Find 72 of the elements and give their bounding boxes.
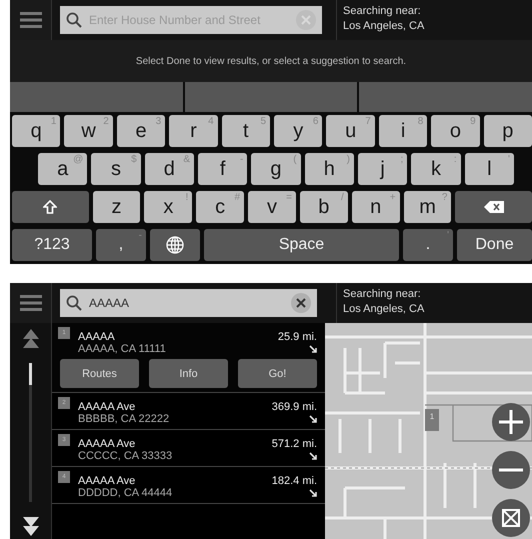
result-distance: 369.9 mi. [272, 401, 317, 413]
key[interactable]: f - [198, 153, 248, 185]
close-icon [296, 298, 306, 308]
done-key[interactable]: Done [457, 229, 532, 261]
key[interactable]: k : [411, 153, 461, 185]
action-button[interactable]: Routes [60, 359, 139, 388]
menu-icon [20, 295, 42, 311]
key[interactable]: a @ [38, 153, 88, 185]
key[interactable]: j ; [358, 153, 408, 185]
key[interactable]: v = [248, 191, 296, 223]
key[interactable]: p [484, 115, 532, 147]
direction-arrow-icon [309, 415, 317, 423]
scroll-up-icon[interactable] [22, 329, 38, 351]
result-name: AAAAA Ave [78, 438, 136, 450]
key[interactable]: , - [96, 229, 146, 261]
space-key[interactable]: Space [204, 229, 399, 261]
result-name: AAAAA Ave [78, 475, 136, 487]
result-address: AAAAA, CA 11111 [78, 343, 167, 355]
direction-arrow-icon [309, 345, 317, 353]
location-text: Los Angeles, CA [343, 19, 426, 34]
key[interactable]: n + [352, 191, 400, 223]
plus-icon [499, 410, 523, 434]
direction-arrow-icon [309, 489, 317, 497]
key[interactable]: b / [300, 191, 348, 223]
menu-icon [20, 12, 42, 28]
backspace-key[interactable] [455, 191, 532, 223]
backspace-icon [484, 201, 504, 213]
menu-button[interactable] [10, 283, 52, 323]
scroll-down-icon[interactable] [22, 514, 38, 536]
result-name: AAAAA [78, 331, 116, 343]
action-button[interactable]: Go! [238, 359, 317, 388]
key[interactable]: x ! [144, 191, 192, 223]
key[interactable]: h ) [304, 153, 354, 185]
zoom-in-button[interactable] [492, 403, 530, 441]
key[interactable]: . ' [403, 229, 453, 261]
minus-icon [499, 468, 523, 472]
result-address: DDDDD, CA 44444 [78, 487, 174, 499]
clear-button[interactable] [291, 293, 311, 313]
key[interactable]: m ? [404, 191, 452, 223]
search-bar[interactable]: AAAAA [60, 289, 317, 317]
result-address: CCCCC, CA 33333 [78, 450, 174, 462]
search-icon [66, 295, 82, 311]
fullscreen-button[interactable] [492, 499, 530, 537]
instruction-text: Select Done to view results, or select a suggestion to search. [10, 40, 532, 82]
menu-button[interactable] [10, 0, 52, 40]
action-button[interactable]: Info [149, 359, 228, 388]
searching-near-label: Searching near: [343, 4, 422, 19]
location-text: Los Angeles, CA [343, 302, 426, 317]
scroll-thumb[interactable] [29, 363, 32, 385]
expand-icon [502, 509, 520, 527]
language-key[interactable] [150, 229, 200, 261]
direction-arrow-icon [309, 452, 317, 460]
result-address: BBBBB, CA 22222 [78, 413, 170, 425]
result-distance: 571.2 mi. [272, 438, 317, 450]
key[interactable]: s $ [91, 153, 141, 185]
result-distance: 25.9 mi. [278, 331, 317, 343]
key[interactable]: d & [144, 153, 194, 185]
searching-near-label: Searching near: [343, 287, 422, 302]
key[interactable]: g ( [251, 153, 301, 185]
close-icon [301, 15, 311, 25]
result-name: AAAAA Ave [78, 401, 136, 413]
search-icon [66, 12, 82, 28]
key[interactable]: c # [196, 191, 244, 223]
globe-icon [166, 236, 184, 254]
symbols-key[interactable]: ?123 [12, 229, 92, 261]
result-distance: 182.4 mi. [272, 475, 317, 487]
key[interactable]: z [92, 191, 140, 223]
search-input[interactable]: AAAAA [87, 295, 286, 311]
key[interactable]: l ' [464, 153, 514, 185]
shift-icon [43, 200, 58, 214]
shift-key[interactable] [12, 191, 89, 223]
zoom-out-button[interactable] [492, 451, 530, 489]
